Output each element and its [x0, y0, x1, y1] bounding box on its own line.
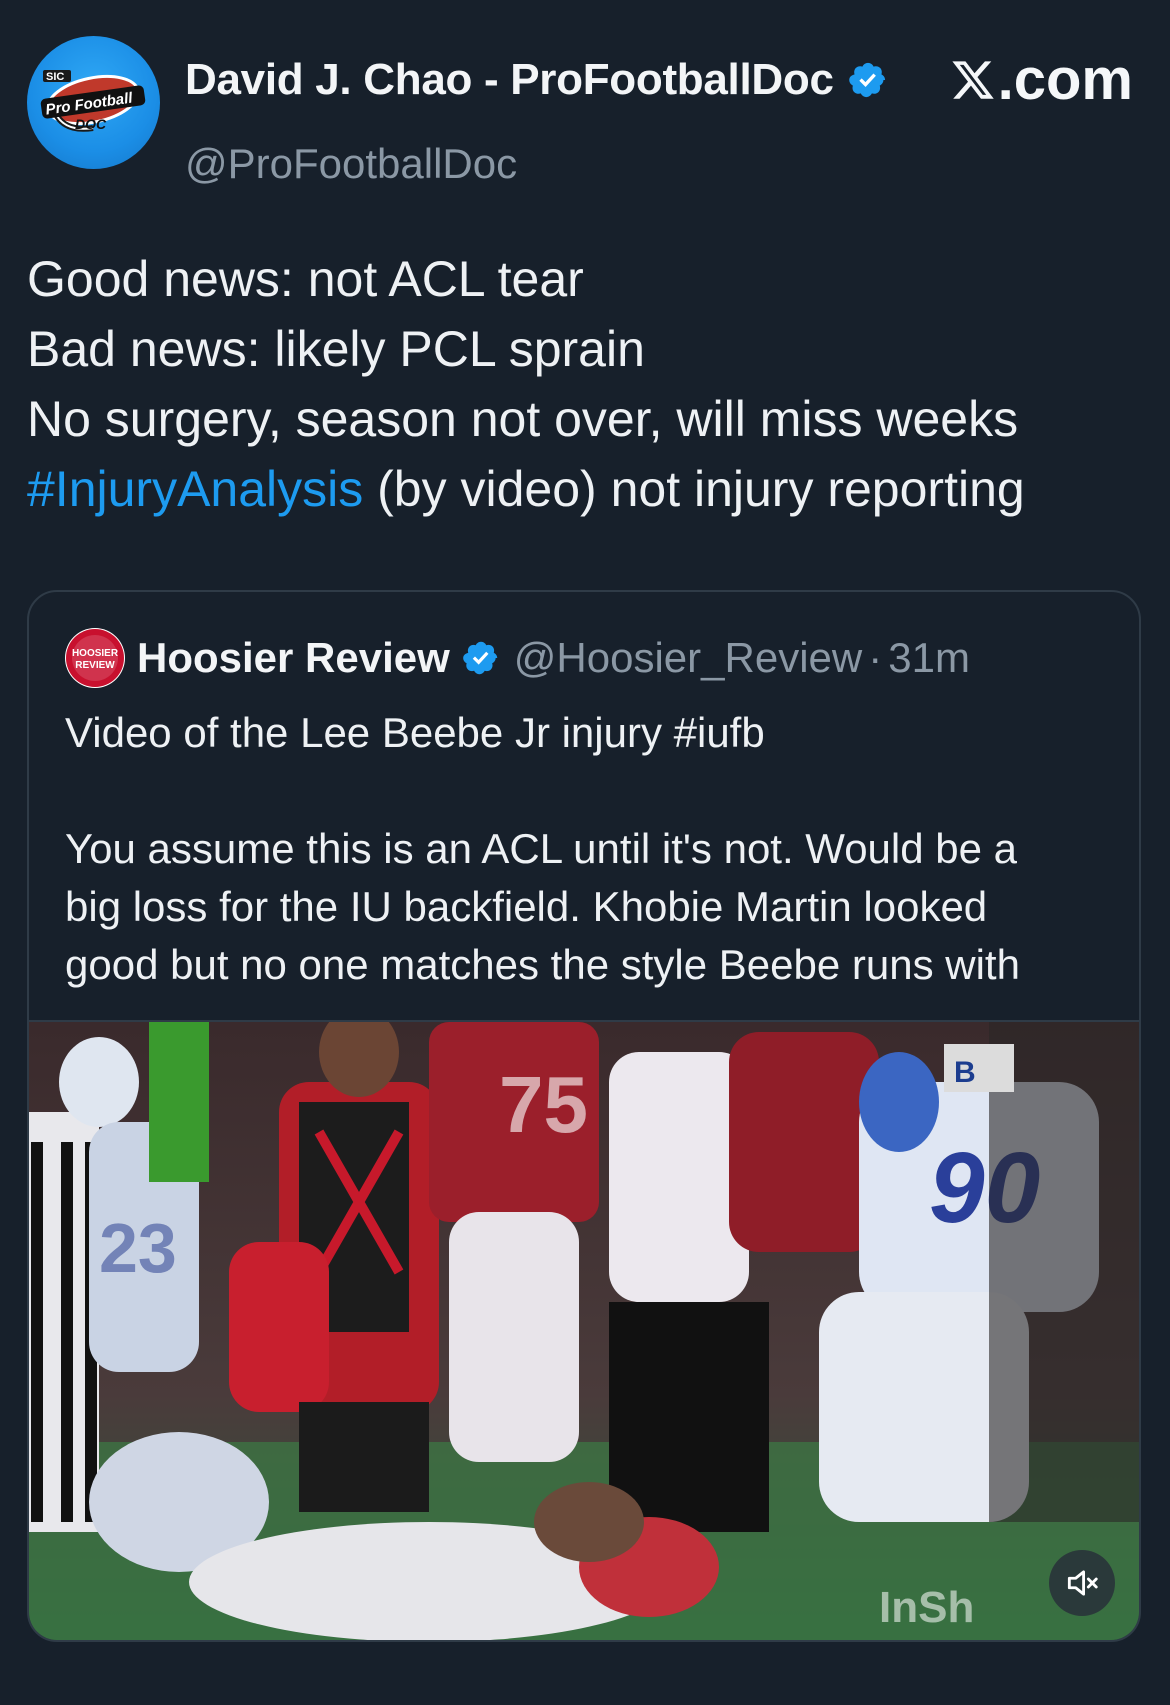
- quoted-author-avatar[interactable]: HOOSIER REVIEW: [65, 628, 125, 688]
- watermark-text: InSh: [879, 1583, 974, 1632]
- tweet-line: #InjuryAnalysis (by video) not injury re…: [27, 454, 1150, 524]
- x-com-brand: .com: [950, 46, 1133, 113]
- logo-text-review: REVIEW: [75, 660, 115, 671]
- logo-text-doc: DOC: [75, 116, 107, 132]
- quoted-author-handle[interactable]: @Hoosier_Review: [514, 634, 862, 682]
- quoted-tweet-text: Video of the Lee Beebe Jr injury #iufb Y…: [65, 704, 1125, 994]
- video-frame: 23 75 90 B InSh: [29, 1022, 1139, 1640]
- quoted-line: good but no one matches the style Beebe …: [65, 941, 1020, 988]
- mute-toggle-button[interactable]: [1049, 1550, 1115, 1616]
- quoted-line: Video of the Lee Beebe Jr injury #iufb: [65, 709, 765, 756]
- separator-dot: ·: [868, 634, 883, 681]
- tweet-screenshot: Pro Football SIC DOC David J. Chao - Pro…: [0, 0, 1170, 1705]
- quoted-tweet-header: HOOSIER REVIEW Hoosier Review @Hoosier_R…: [65, 628, 970, 688]
- logo-text-hoosier: HOOSIER: [72, 648, 119, 659]
- jersey-number-75: 75: [499, 1060, 588, 1149]
- author-handle[interactable]: @ProFootballDoc: [185, 140, 517, 188]
- brand-domain: .com: [997, 47, 1133, 112]
- tweet-line-tail: (by video) not injury reporting: [363, 461, 1025, 517]
- tweet-line: Bad news: likely PCL sprain: [27, 321, 645, 377]
- x-logo-icon: [952, 60, 994, 99]
- author-name-row: David J. Chao - ProFootballDoc: [185, 50, 888, 110]
- quoted-timestamp[interactable]: 31m: [888, 634, 970, 682]
- verified-badge-icon: [462, 641, 498, 675]
- video-player[interactable]: 23 75 90 B InSh: [29, 1020, 1139, 1640]
- logo-text-sic: SIC: [46, 71, 64, 83]
- hashtag-link[interactable]: #InjuryAnalysis: [27, 461, 363, 517]
- tweet-header: Pro Football SIC DOC David J. Chao - Pro…: [27, 36, 1143, 187]
- author-avatar[interactable]: Pro Football SIC DOC: [27, 36, 160, 169]
- tweet-text: Good news: not ACL tear Bad news: likely…: [27, 244, 1150, 524]
- quoted-line: You assume this is an ACL until it's not…: [65, 825, 1018, 872]
- quoted-line: big loss for the IU backfield. Khobie Ma…: [65, 883, 988, 930]
- jersey-number-23: 23: [99, 1209, 177, 1287]
- speaker-muted-icon: [1067, 1570, 1098, 1596]
- tweet-line: Good news: not ACL tear: [27, 251, 584, 307]
- quoted-tweet-card[interactable]: HOOSIER REVIEW Hoosier Review @Hoosier_R…: [27, 590, 1141, 1642]
- hoosier-review-logo-icon: HOOSIER REVIEW: [66, 629, 124, 687]
- profootballdoc-logo-icon: Pro Football SIC DOC: [40, 70, 146, 132]
- tweet-line: No surgery, season not over, will miss w…: [27, 391, 1019, 447]
- verified-badge-icon: [848, 62, 885, 98]
- author-name[interactable]: David J. Chao - ProFootballDoc: [185, 55, 834, 105]
- quoted-author-name[interactable]: Hoosier Review: [137, 634, 450, 682]
- broadcast-badge: B: [954, 1056, 976, 1089]
